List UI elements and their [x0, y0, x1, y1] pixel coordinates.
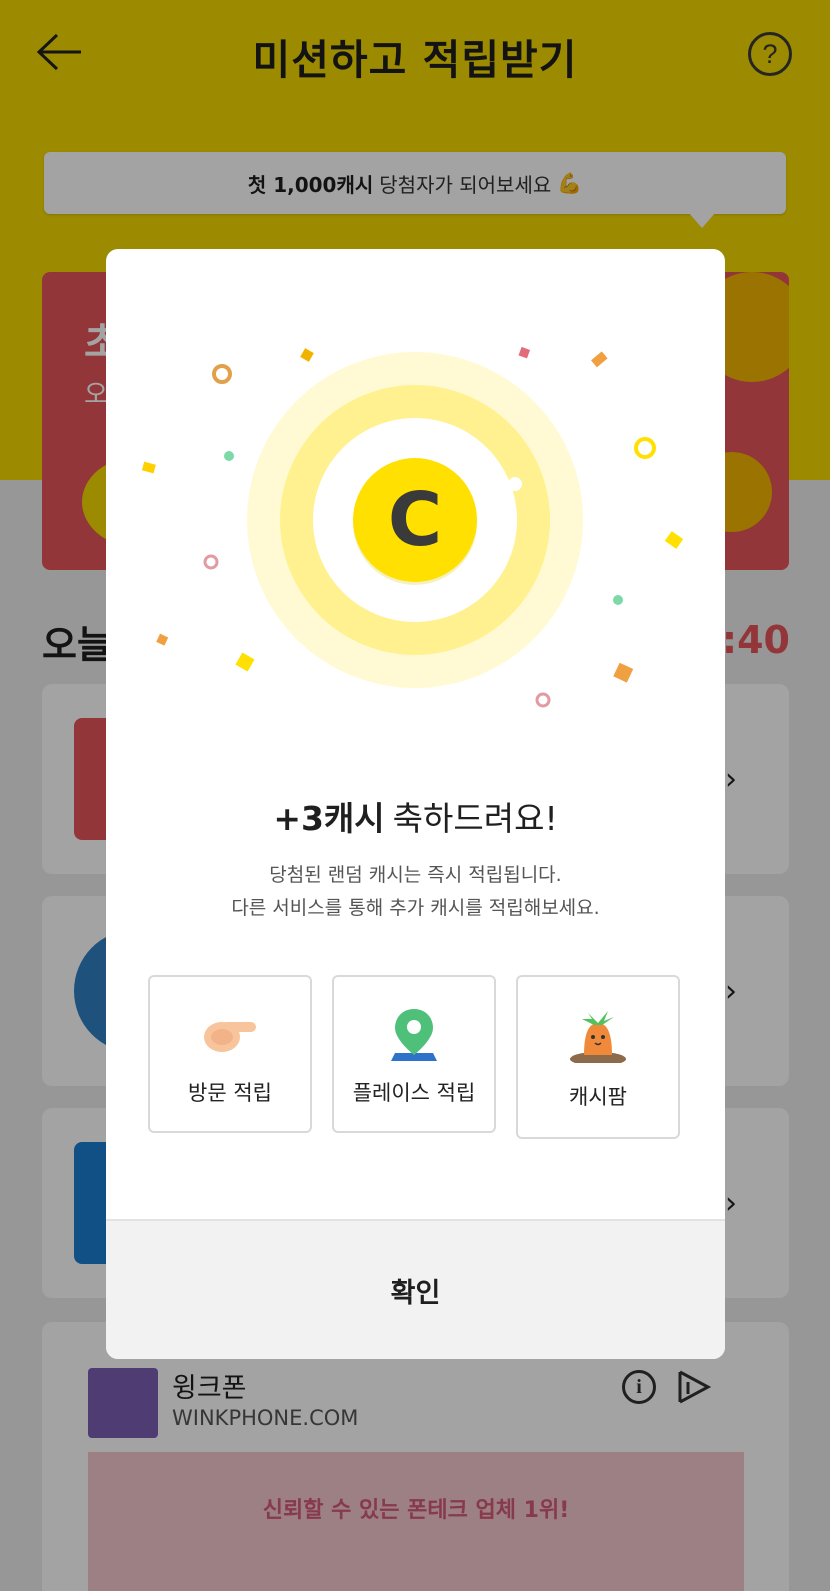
confetti-piece: [156, 633, 169, 646]
reward-amount: +3캐시: [273, 799, 385, 838]
confetti-piece: [141, 461, 156, 474]
tile-label: 방문 적립: [188, 1081, 272, 1105]
description-line: 다른 서비스를 통해 추가 캐시를 적립해보세요.: [231, 897, 600, 919]
cash-farm-button[interactable]: 캐시팜: [516, 975, 680, 1139]
reward-heading: +3캐시 축하드려요!: [106, 792, 725, 840]
confetti-ring: [634, 437, 656, 459]
confetti-piece: [235, 652, 255, 672]
confetti-piece: [300, 348, 314, 362]
reward-description: 당첨된 랜덤 캐시는 즉시 적립됩니다. 다른 서비스를 통해 추가 캐시를 적…: [106, 859, 725, 925]
confetti-piece: [613, 662, 634, 683]
pointing-hand-icon: [204, 1022, 256, 1052]
description-line: 당첨된 랜덤 캐시는 즉시 적립됩니다.: [269, 864, 562, 886]
confetti-piece: [664, 531, 684, 549]
visit-reward-button[interactable]: 방문 적립: [148, 975, 312, 1133]
confetti-ring: [212, 364, 232, 384]
confetti-piece: [518, 346, 531, 359]
carrot-icon: [570, 1011, 626, 1063]
coin-shine: [508, 477, 522, 491]
reward-congrats: 축하드려요!: [392, 799, 558, 838]
tile-label: 플레이스 적립: [352, 1081, 476, 1105]
coin-letter: C: [388, 477, 442, 563]
confetti-piece: [591, 351, 608, 368]
celebration-graphic: C: [141, 346, 684, 708]
confetti-ring: [203, 554, 219, 570]
confetti-dot: [224, 451, 234, 461]
service-shortcuts: 방문 적립 플레이스 적립 캐시팜: [148, 975, 684, 1141]
reward-dialog: C +3캐시 축하드려요! 당첨된 랜덤 캐시는 즉시 적립됩니다. 다른 서비스…: [106, 249, 725, 1359]
confetti-ring: [535, 692, 551, 708]
confirm-button[interactable]: 확인: [106, 1219, 725, 1359]
map-pin-icon: [391, 1009, 437, 1061]
tile-label: 캐시팜: [569, 1085, 627, 1109]
place-reward-button[interactable]: 플레이스 적립: [332, 975, 496, 1133]
confetti-dot: [613, 595, 623, 605]
